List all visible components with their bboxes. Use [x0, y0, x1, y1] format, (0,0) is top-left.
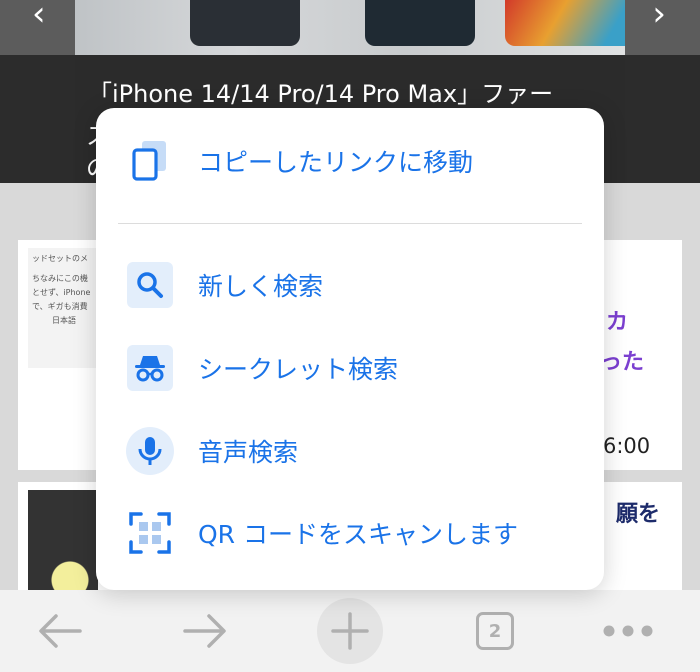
phone-image: [505, 0, 635, 46]
incognito-icon: [126, 344, 174, 392]
menu-item-label: QR コードをスキャンします: [198, 520, 518, 549]
chevron-left-icon[interactable]: ‹: [32, 0, 46, 34]
arrow-right-icon: [183, 614, 226, 648]
phone-image: [365, 0, 475, 46]
card-headline: った: [600, 350, 645, 375]
menu-divider: [118, 223, 582, 224]
thumb-text: ッドセットのメ: [32, 254, 88, 263]
card-headline: 願を: [616, 502, 661, 527]
bottom-toolbar: 2: [0, 590, 700, 672]
microphone-icon: [126, 427, 174, 475]
phone-image: [190, 0, 300, 46]
thumb-text: で、ギガも消費: [32, 302, 88, 311]
thumb-text: ちなみにこの機: [32, 274, 88, 283]
back-button[interactable]: [30, 590, 90, 672]
search-icon: [126, 261, 174, 309]
menu-item-label: シークレット検索: [198, 355, 399, 384]
card-time: 6:00: [603, 434, 651, 458]
plus-icon: [331, 612, 369, 650]
forward-button[interactable]: [175, 590, 235, 672]
qr-scan-icon: [126, 509, 174, 557]
hero-title[interactable]: 「iPhone 14/14 Pro/14 Pro Max」ファー: [88, 74, 553, 109]
thumb-text: 日本語: [52, 316, 76, 325]
menu-item-new-search[interactable]: 新しく検索: [96, 250, 604, 320]
long-press-menu: コピーしたリンクに移動 新しく検索 シークレット検索 音声検索 QR コードをス…: [96, 108, 604, 590]
menu-item-label: 音声検索: [198, 438, 299, 467]
menu-item-go-to-copied-link[interactable]: コピーしたリンクに移動: [96, 126, 604, 196]
new-tab-circle: [317, 598, 383, 664]
more-dots-icon: [603, 625, 653, 637]
arrow-left-icon: [39, 614, 82, 648]
menu-item-incognito-search[interactable]: シークレット検索: [96, 333, 604, 403]
menu-item-label: 新しく検索: [198, 272, 324, 301]
hero-photo: [75, 0, 635, 55]
new-tab-button[interactable]: [315, 590, 385, 672]
menu-item-scan-qr[interactable]: QR コードをスキャンします: [96, 498, 604, 568]
tab-count: 2: [476, 612, 514, 650]
thumb-text: とせず、iPhone: [32, 288, 91, 297]
chevron-right-icon[interactable]: ›: [652, 0, 666, 34]
card-thumbnail: [28, 490, 98, 590]
card-headline: カ: [606, 310, 629, 335]
menu-item-voice-search[interactable]: 音声検索: [96, 416, 604, 486]
more-menu-button[interactable]: [598, 590, 658, 672]
card-thumbnail: ッドセットのメ ちなみにこの機 とせず、iPhone で、ギガも消費 日本語: [28, 248, 98, 368]
tab-switcher-button[interactable]: 2: [470, 590, 520, 672]
clipboard-icon: [126, 137, 174, 185]
menu-item-label: コピーしたリンクに移動: [198, 148, 474, 177]
